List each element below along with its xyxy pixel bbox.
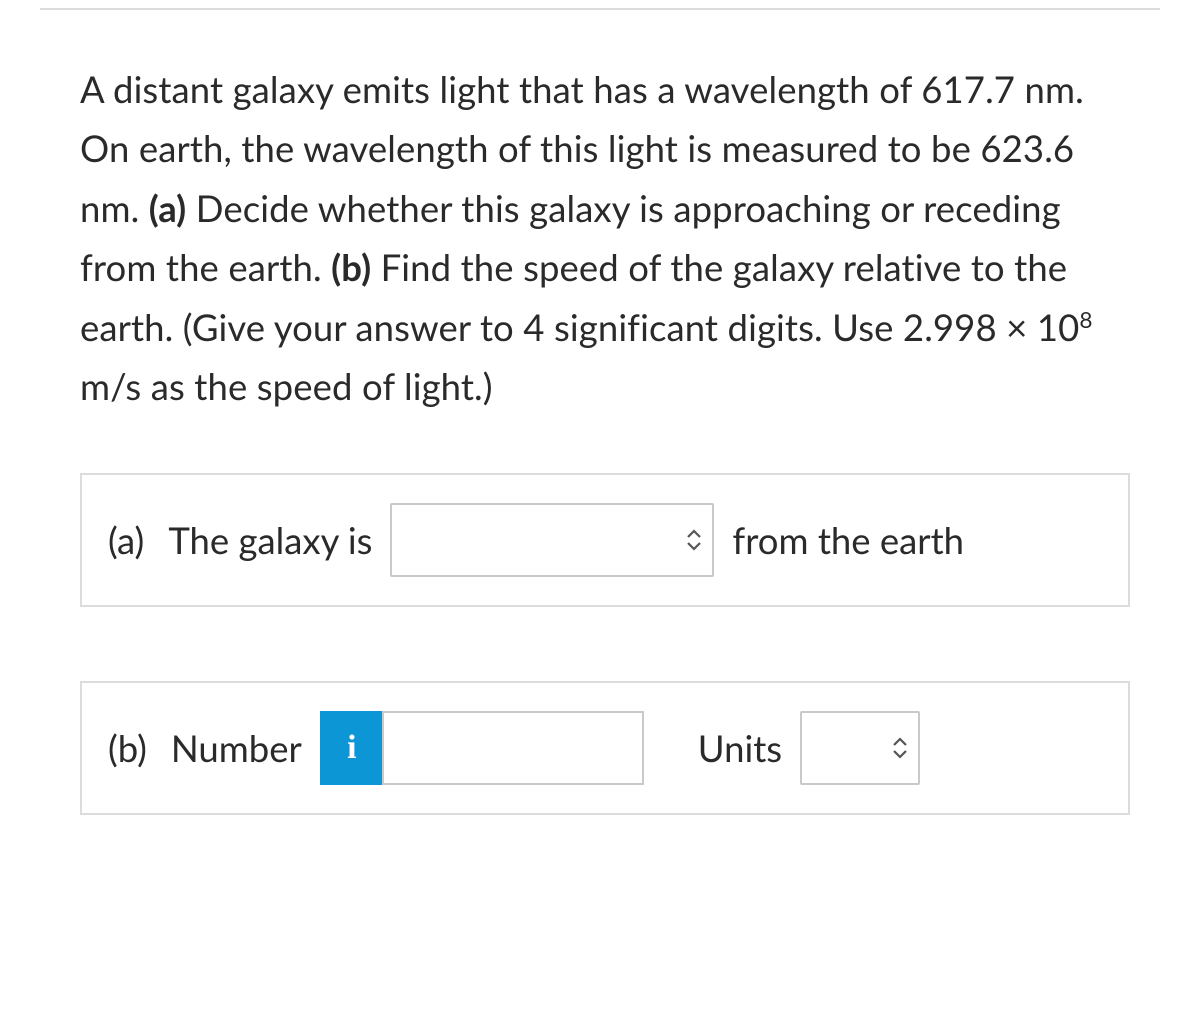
part-b-prefix: Number bbox=[171, 726, 302, 770]
units-select[interactable] bbox=[800, 711, 920, 785]
part-b-letter: (b) bbox=[108, 726, 147, 770]
question-text-segment: m/s as the speed of light.) bbox=[80, 364, 493, 408]
part-a-answer-box: (a) The galaxy is from the earth bbox=[80, 473, 1130, 607]
exponent: 8 bbox=[1079, 306, 1092, 333]
units-select-wrap bbox=[800, 711, 920, 785]
part-a-label: (a) The galaxy is bbox=[108, 518, 372, 562]
part-a-suffix: from the earth bbox=[732, 518, 964, 562]
direction-select[interactable] bbox=[390, 503, 714, 577]
number-input-group: i bbox=[320, 711, 644, 785]
question-part-a-label: (a) bbox=[149, 186, 187, 230]
part-b-answer-box: (b) Number i Units bbox=[80, 681, 1130, 815]
question-container: A distant galaxy emits light that has a … bbox=[40, 8, 1160, 875]
question-part-b-label: (b) bbox=[331, 245, 371, 289]
part-b-label: (b) Number bbox=[108, 726, 302, 770]
units-label: Units bbox=[698, 726, 782, 770]
part-a-prefix: The galaxy is bbox=[168, 518, 372, 562]
number-input[interactable] bbox=[382, 711, 644, 785]
question-text: A distant galaxy emits light that has a … bbox=[80, 60, 1130, 417]
part-a-letter: (a) bbox=[108, 518, 144, 562]
info-button[interactable]: i bbox=[320, 711, 382, 785]
direction-select-wrap bbox=[390, 503, 714, 577]
